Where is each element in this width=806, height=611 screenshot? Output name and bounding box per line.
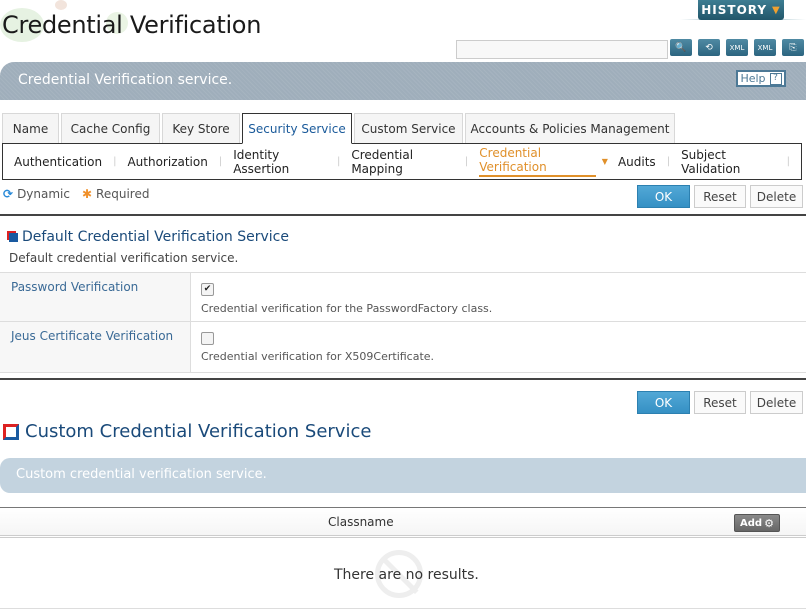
password-verification-description: Credential verification for the Password…	[201, 302, 493, 315]
divider	[0, 608, 806, 609]
reset-button-bottom[interactable]: Reset	[694, 391, 746, 414]
tab-cache-config[interactable]: Cache Config	[61, 113, 160, 143]
subnav-subject-validation[interactable]: Subject Validation	[681, 148, 776, 176]
xml-import-icon: XML	[757, 43, 773, 52]
sub-navigation: Authentication | Authorization | Identit…	[2, 143, 802, 180]
column-header-classname: Classname	[328, 515, 394, 529]
legend: ⟳ Dynamic ✱ Required	[3, 187, 149, 201]
subnav-identity-assertion[interactable]: Identity Assertion	[233, 148, 326, 176]
dynamic-label: Dynamic	[17, 187, 70, 201]
section-icon	[9, 232, 18, 242]
separator: |	[218, 156, 223, 167]
add-gear-icon: ⚙	[764, 516, 774, 530]
empty-message: There are no results.	[334, 567, 479, 583]
form-row: Jeus Certificate Verification Credential…	[0, 321, 806, 373]
divider	[0, 214, 806, 216]
jeus-certificate-verification-description: Credential verification for X509Certific…	[201, 350, 435, 363]
reload-icon: ⟲	[705, 42, 713, 53]
subnav-credential-verification[interactable]: Credential Verification	[479, 146, 596, 177]
ok-button-bottom[interactable]: OK	[637, 391, 690, 414]
tab-key-store[interactable]: Key Store	[162, 113, 240, 143]
default-section-title-text: Default Credential Verification Service	[22, 229, 289, 245]
decor-circle	[55, 0, 67, 10]
section-icon	[3, 423, 19, 440]
tab-accounts-policies[interactable]: Accounts & Policies Management	[465, 113, 675, 143]
separator: |	[666, 156, 671, 167]
delete-button-bottom[interactable]: Delete	[750, 391, 803, 414]
help-button[interactable]: Help ?	[736, 70, 786, 87]
password-verification-checkbox[interactable]: ✔	[201, 283, 214, 296]
required-icon: ✱	[81, 187, 93, 201]
page-description: Credential Verification service.	[18, 72, 233, 88]
divider	[0, 378, 806, 380]
default-section-description: Default credential verification service.	[9, 251, 239, 265]
xml-import-button[interactable]: XML	[754, 39, 776, 56]
search-button[interactable]: 🔍	[670, 39, 692, 56]
tab-bar: Name Cache Config Key Store Security Ser…	[2, 113, 677, 144]
add-button[interactable]: Add ⚙	[734, 514, 780, 532]
delete-button[interactable]: Delete	[750, 185, 803, 208]
separator: |	[786, 156, 790, 167]
tab-security-service[interactable]: Security Service	[242, 113, 352, 144]
search-input[interactable]	[456, 40, 668, 59]
page-title: Credential Verification	[2, 11, 262, 39]
history-button[interactable]: HISTORY ▼	[698, 0, 784, 20]
subnav-authentication[interactable]: Authentication	[14, 155, 102, 169]
required-label: Required	[96, 187, 150, 201]
ok-button[interactable]: OK	[637, 185, 690, 208]
help-label: Help	[740, 72, 766, 85]
jeus-certificate-verification-label: Jeus Certificate Verification	[11, 329, 174, 343]
dropdown-arrow-icon[interactable]: ▼	[602, 157, 608, 166]
add-label: Add	[740, 517, 763, 529]
separator: |	[113, 156, 117, 167]
jeus-certificate-verification-checkbox[interactable]	[201, 332, 214, 345]
search-icon: 🔍	[675, 42, 687, 53]
password-verification-label: Password Verification	[11, 280, 139, 294]
xml-export-icon: XML	[729, 43, 745, 52]
form-row: Password Verification ✔ Credential verif…	[0, 272, 806, 322]
custom-section-title-text: Custom Credential Verification Service	[25, 421, 372, 442]
copy-button[interactable]: ⎘	[782, 39, 804, 56]
reload-button[interactable]: ⟲	[698, 39, 720, 56]
custom-section-description: Custom credential verification service.	[16, 467, 267, 482]
chevron-down-icon: ▼	[772, 4, 781, 16]
subnav-authorization[interactable]: Authorization	[127, 155, 207, 169]
subnav-audits[interactable]: Audits	[618, 155, 656, 169]
default-section-title: Default Credential Verification Service	[9, 229, 289, 245]
custom-section-title: Custom Credential Verification Service	[3, 421, 371, 442]
reset-button[interactable]: Reset	[694, 185, 746, 208]
dynamic-icon: ⟳	[3, 187, 14, 201]
history-label: HISTORY	[701, 3, 768, 17]
subnav-credential-mapping[interactable]: Credential Mapping	[351, 148, 454, 176]
separator: |	[464, 156, 469, 167]
separator: |	[336, 156, 341, 167]
tab-name[interactable]: Name	[2, 113, 59, 143]
xml-export-button[interactable]: XML	[726, 39, 748, 56]
tab-custom-service[interactable]: Custom Service	[354, 113, 463, 143]
table-header	[0, 507, 806, 538]
copy-icon: ⎘	[789, 42, 797, 53]
question-icon: ?	[769, 72, 782, 85]
